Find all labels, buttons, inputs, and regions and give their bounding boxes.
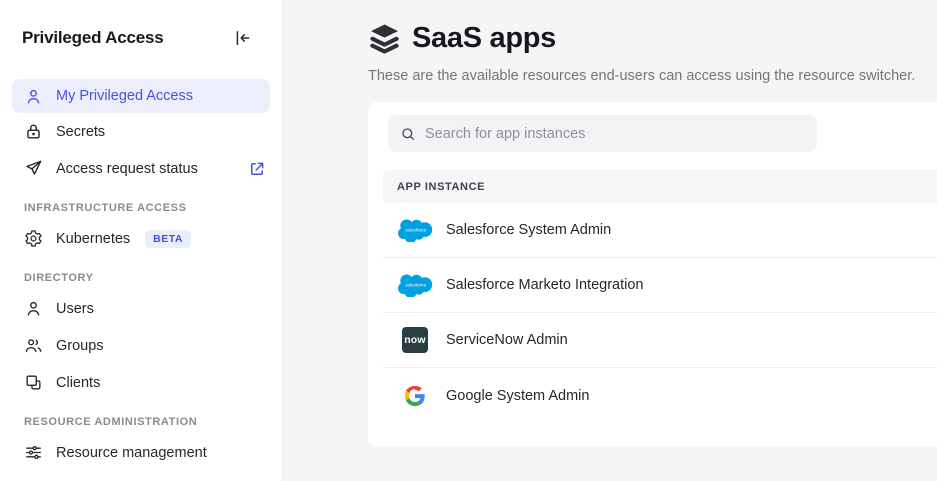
sidebar-item-secrets[interactable]: Secrets bbox=[0, 113, 282, 150]
svg-text:salesforce: salesforce bbox=[405, 227, 426, 232]
sidebar-item-label: My Privileged Access bbox=[56, 88, 193, 104]
table-column-header: APP INSTANCE bbox=[383, 170, 937, 203]
sidebar-item-label: Kubernetes bbox=[56, 231, 130, 247]
sidebar-item-label: Groups bbox=[56, 338, 104, 354]
section-directory: DIRECTORY bbox=[0, 257, 282, 290]
sidebar-item-groups[interactable]: Groups bbox=[0, 327, 282, 364]
external-link-icon[interactable] bbox=[248, 160, 266, 178]
servicenow-logo-icon: now bbox=[398, 327, 432, 353]
app-instance-name: Salesforce System Admin bbox=[446, 222, 611, 238]
app-instance-list: salesforce Salesforce System Admin sales… bbox=[383, 203, 937, 423]
sidebar-item-resource-management[interactable]: Resource management bbox=[0, 434, 282, 471]
sidebar-item-label: Clients bbox=[56, 375, 100, 391]
main-content: SaaS apps These are the available resour… bbox=[283, 0, 937, 481]
app-instance-name: Salesforce Marketo Integration bbox=[446, 277, 643, 293]
salesforce-logo-icon: salesforce bbox=[398, 273, 432, 297]
send-icon bbox=[24, 159, 43, 178]
table-row[interactable]: salesforce Salesforce Marketo Integratio… bbox=[383, 258, 937, 313]
clients-icon bbox=[24, 373, 43, 392]
table-row[interactable]: salesforce Salesforce System Admin bbox=[383, 203, 937, 258]
app-instances-card: APP INSTANCE salesforce Salesforce Syste… bbox=[368, 102, 937, 447]
sidebar: Privileged Access My Privileged Access S… bbox=[0, 0, 283, 481]
search-box[interactable] bbox=[388, 115, 817, 152]
collapse-sidebar-icon[interactable] bbox=[232, 28, 252, 48]
sidebar-item-label: Users bbox=[56, 301, 94, 317]
page-header: SaaS apps bbox=[368, 22, 937, 55]
page-title: SaaS apps bbox=[412, 22, 556, 55]
sliders-icon bbox=[24, 443, 43, 462]
lock-icon bbox=[24, 122, 43, 141]
user-icon bbox=[24, 299, 43, 318]
sidebar-header: Privileged Access bbox=[0, 0, 282, 48]
section-infrastructure-access: INFRASTRUCTURE ACCESS bbox=[0, 187, 282, 220]
table-row[interactable]: Google System Admin bbox=[383, 368, 937, 423]
sidebar-item-label: Access request status bbox=[56, 161, 198, 177]
page-subtitle: These are the available resources end-us… bbox=[368, 68, 937, 84]
search-icon bbox=[400, 126, 416, 142]
sidebar-nav: My Privileged Access Secrets Access requ… bbox=[0, 79, 282, 471]
sidebar-item-my-privileged-access[interactable]: My Privileged Access bbox=[12, 79, 270, 113]
google-logo-icon bbox=[398, 385, 432, 407]
sidebar-title: Privileged Access bbox=[22, 28, 164, 48]
user-icon bbox=[24, 87, 43, 106]
sidebar-item-label: Secrets bbox=[56, 124, 105, 140]
app-instance-name: Google System Admin bbox=[446, 388, 589, 404]
table-row[interactable]: now ServiceNow Admin bbox=[383, 313, 937, 368]
salesforce-logo-icon: salesforce bbox=[398, 218, 432, 242]
sidebar-item-kubernetes[interactable]: Kubernetes BETA bbox=[0, 220, 282, 257]
svg-text:salesforce: salesforce bbox=[405, 282, 426, 287]
sidebar-item-access-request-status[interactable]: Access request status bbox=[0, 150, 282, 187]
sidebar-item-clients[interactable]: Clients bbox=[0, 364, 282, 401]
section-resource-administration: RESOURCE ADMINISTRATION bbox=[0, 401, 282, 434]
layers-icon bbox=[368, 22, 401, 55]
search-input[interactable] bbox=[425, 126, 805, 142]
beta-badge: BETA bbox=[145, 230, 191, 248]
sidebar-item-label: Resource management bbox=[56, 445, 207, 461]
users-icon bbox=[24, 336, 43, 355]
sidebar-item-users[interactable]: Users bbox=[0, 290, 282, 327]
kubernetes-icon bbox=[24, 229, 43, 248]
app-instance-name: ServiceNow Admin bbox=[446, 332, 568, 348]
